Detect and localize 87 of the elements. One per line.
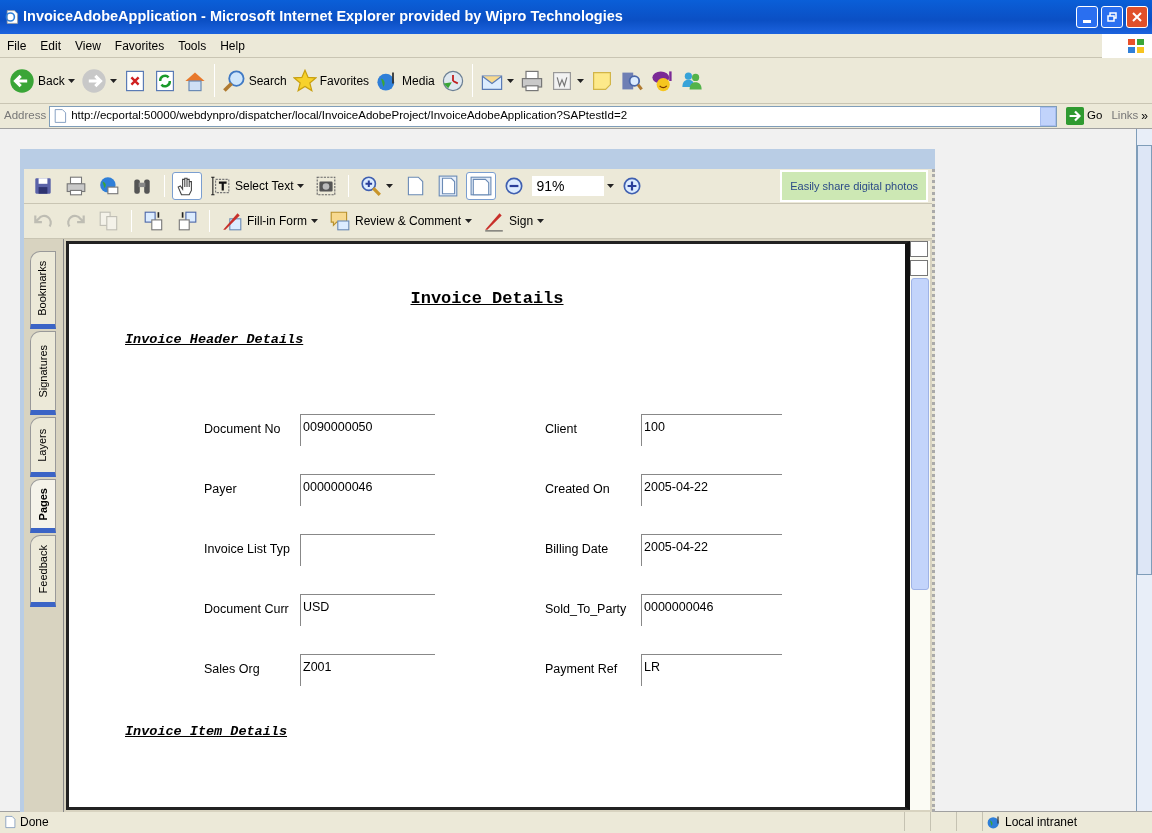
input-field[interactable]: 0000000046	[641, 593, 782, 626]
field-label: Invoice List Typ	[204, 541, 291, 559]
side-tab[interactable]: Pages	[30, 479, 56, 533]
pen-icon	[483, 210, 506, 232]
status-text: Done	[20, 813, 49, 831]
history-icon	[440, 68, 465, 93]
globe-mail-icon	[98, 175, 120, 197]
menu-item[interactable]: File	[0, 34, 34, 57]
caret-icon	[607, 184, 615, 188]
toolbar-button[interactable]: Search	[218, 66, 290, 95]
minimize-icon	[1083, 19, 1091, 23]
input-field[interactable]: 2005-04-22	[641, 533, 782, 566]
input-field[interactable]: LR	[641, 653, 782, 686]
toolbar-button[interactable]: Select Text	[205, 172, 309, 200]
toolbar-button[interactable]: Fill-in Form	[217, 207, 322, 235]
restore-icon	[1107, 12, 1117, 22]
close-button[interactable]	[1126, 6, 1148, 28]
field-label: Payment Ref	[545, 661, 619, 679]
menu-item[interactable]: Help	[213, 34, 252, 57]
restore-button[interactable]	[1101, 6, 1123, 28]
smiley-icon	[649, 68, 674, 93]
section-heading: Invoice Header Details	[125, 330, 304, 349]
field-label: Payer	[204, 481, 238, 499]
input-field[interactable]: Z001	[300, 653, 435, 686]
field-label: Document No	[204, 421, 282, 439]
printer-icon	[65, 175, 87, 197]
globe-icon	[986, 813, 1002, 830]
document-title: Invoice Details	[410, 288, 564, 310]
comment-icon	[329, 210, 351, 232]
window-title: InvoiceAdobeApplication - Microsoft Internet Explorer provided by Wipro Technologies	[23, 7, 623, 27]
toolbar-button[interactable]: Sign	[479, 207, 549, 235]
page-icon	[52, 108, 69, 124]
field-label: Created On	[545, 481, 611, 499]
input-field[interactable]	[300, 533, 435, 566]
side-tab[interactable]: Bookmarks	[30, 251, 56, 329]
printer-icon	[519, 68, 544, 93]
side-tab[interactable]: Signatures	[30, 331, 56, 415]
close-icon	[1132, 12, 1142, 22]
pen-icon	[221, 210, 243, 232]
toolbar-button[interactable]: Back	[6, 65, 78, 96]
input-field[interactable]: 0090000050	[300, 413, 435, 446]
page-icon	[470, 175, 493, 197]
go-button[interactable]: Go	[1060, 107, 1109, 125]
camera-icon	[315, 175, 338, 197]
promo-banner[interactable]: Easily share digital photos	[780, 169, 928, 203]
menu-item[interactable]: View	[68, 34, 108, 57]
input-field[interactable]: 2005-04-22	[641, 473, 782, 506]
save-icon	[32, 175, 54, 197]
text-cursor-icon	[209, 175, 231, 197]
copy-icon	[98, 210, 120, 232]
zone-text: Local intranet	[1005, 813, 1078, 831]
menu-item[interactable]: Tools	[171, 34, 214, 57]
toolbar-button[interactable]: Media	[372, 66, 438, 95]
page-icon	[4, 9, 20, 25]
field-label: Document Curr	[204, 601, 290, 619]
zoom-field[interactable]: 91%	[532, 176, 605, 196]
input-field[interactable]: 0000000046	[300, 473, 435, 506]
chevron-button[interactable]: »	[1141, 107, 1148, 125]
address-label: Address	[4, 108, 47, 124]
toolbar-button[interactable]: Favorites	[289, 66, 373, 95]
rotate-page-icon	[176, 210, 198, 232]
star-icon	[292, 68, 317, 93]
input-field[interactable]: 100	[641, 413, 782, 446]
menu-item[interactable]: Favorites	[107, 34, 172, 57]
address-field[interactable]: http://ecportal:50000/webdynpro/dispatcher/local/InvoiceAdobeProject/InvoiceAdobeApplication?SAPtestId=2	[49, 105, 1058, 127]
field-label: Sales Org	[204, 661, 261, 679]
scrollbar[interactable]	[910, 241, 930, 810]
field-label: Client	[545, 421, 578, 439]
page-icon	[3, 814, 17, 829]
links-label: Links	[1111, 108, 1139, 124]
flag-logo-icon	[1126, 36, 1146, 55]
toolbar-button[interactable]	[172, 172, 202, 200]
menu-item[interactable]: Edit	[33, 34, 69, 57]
scrollbar[interactable]	[1136, 129, 1152, 811]
page-icon	[437, 175, 460, 197]
minimize-button[interactable]	[1076, 6, 1098, 28]
field-label: Sold_To_Party	[545, 601, 628, 619]
arrow-icon	[1066, 107, 1085, 125]
side-tab[interactable]: Layers	[30, 417, 56, 477]
side-tab[interactable]: Feedback	[30, 535, 56, 607]
input-field[interactable]: USD	[300, 593, 435, 626]
section-heading: Invoice Item Details	[125, 722, 288, 741]
rotate-page-icon	[143, 210, 165, 232]
field-label: Billing Date	[545, 541, 610, 559]
search-icon	[221, 68, 246, 93]
toolbar-button[interactable]: Review & Comment	[325, 207, 477, 235]
zoom-in-icon	[360, 175, 383, 197]
